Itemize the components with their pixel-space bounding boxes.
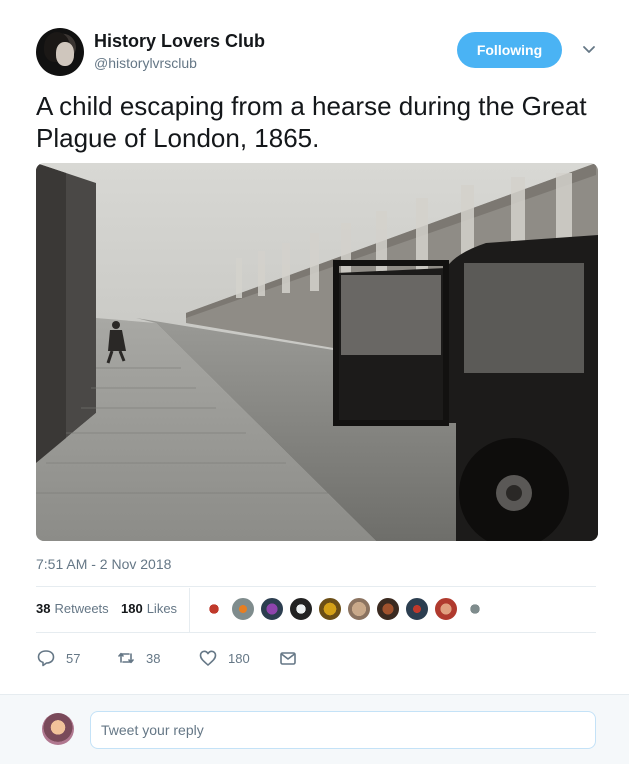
liker-avatar[interactable] — [376, 597, 400, 621]
tweet-text: A child escaping from a hearse during th… — [36, 91, 587, 153]
following-button[interactable]: Following — [457, 32, 562, 68]
likes-count: 180 — [121, 601, 143, 616]
retweets-stat[interactable]: 38 Retweets — [36, 601, 109, 616]
heart-icon — [199, 650, 217, 666]
liker-avatar[interactable] — [347, 597, 371, 621]
like-button[interactable]: 180 — [198, 646, 250, 670]
liker-avatar[interactable] — [202, 597, 226, 621]
user-avatar[interactable] — [42, 713, 74, 745]
retweet-icon — [118, 652, 134, 664]
divider — [36, 632, 596, 633]
reply-icon — [37, 650, 55, 667]
likes-label: Likes — [146, 601, 178, 616]
liker-avatar[interactable] — [463, 597, 487, 621]
envelope-icon — [280, 652, 296, 665]
tweet-timestamp[interactable]: 7:51 AM - 2 Nov 2018 — [36, 556, 171, 572]
likes-stat[interactable]: 180 Likes — [121, 601, 177, 616]
author-name[interactable]: History Lovers Club — [94, 31, 265, 52]
retweets-label: Retweets — [54, 601, 109, 616]
reply-button[interactable]: 57 — [36, 646, 80, 670]
reply-input[interactable] — [90, 711, 596, 749]
liker-avatar[interactable] — [289, 597, 313, 621]
stats-divider — [189, 588, 190, 632]
reply-count: 57 — [66, 650, 81, 666]
liker-avatar[interactable] — [405, 597, 429, 621]
author-handle[interactable]: @historylvrsclub — [94, 55, 197, 71]
retweet-button[interactable]: 38 — [116, 646, 160, 670]
retweets-count: 38 — [36, 601, 51, 616]
tweet-actions: 57 38 180 — [36, 646, 596, 670]
direct-message-button[interactable] — [278, 646, 308, 670]
retweet-count: 38 — [146, 650, 161, 666]
tweet-header: History Lovers Club @historylvrsclub Fol… — [36, 28, 606, 78]
tweet-photo[interactable] — [36, 163, 598, 541]
liker-avatar[interactable] — [434, 597, 458, 621]
like-count: 180 — [228, 650, 250, 666]
liker-avatar[interactable] — [231, 597, 255, 621]
reply-composer — [0, 694, 629, 764]
divider — [36, 586, 596, 587]
chevron-down-icon[interactable] — [580, 40, 598, 58]
tweet-stats: 38 Retweets 180 Likes — [36, 588, 596, 632]
liker-avatar[interactable] — [260, 597, 284, 621]
liker-avatar[interactable] — [318, 597, 342, 621]
author-avatar[interactable] — [36, 28, 84, 76]
